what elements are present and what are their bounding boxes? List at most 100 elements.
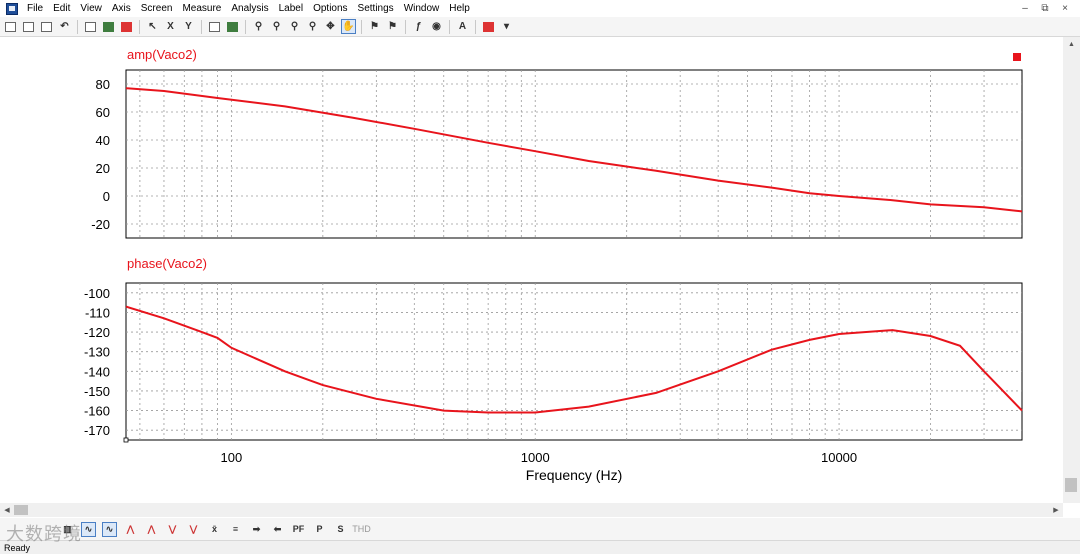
y-tick-label: -110 bbox=[85, 305, 110, 320]
menu-view[interactable]: View bbox=[75, 0, 107, 17]
min-icon[interactable]: ⋁ bbox=[165, 522, 180, 537]
thd-button[interactable]: THD bbox=[354, 522, 369, 537]
toolbar-separator bbox=[201, 20, 202, 34]
bottom-toolbar: ▥ ∿ ∿ ⋀ ⋀ ⋁ ⋁ x̄ ≡ ➡ ⬅ PF P S THD bbox=[0, 518, 1080, 540]
menu-edit[interactable]: Edit bbox=[48, 0, 75, 17]
y-tick-label: -120 bbox=[84, 325, 110, 340]
max-icon[interactable]: ⋀ bbox=[144, 522, 159, 537]
zoom-out-icon[interactable]: ⚲ bbox=[287, 19, 302, 34]
peak-icon[interactable]: ⋀ bbox=[123, 522, 138, 537]
x-tick-label: 10000 bbox=[821, 450, 857, 465]
valley-icon[interactable]: ⋁ bbox=[186, 522, 201, 537]
menu-settings[interactable]: Settings bbox=[353, 0, 399, 17]
next-icon[interactable]: ➡ bbox=[249, 522, 264, 537]
marker-icon[interactable]: ⚑ bbox=[367, 19, 382, 34]
pointer-icon[interactable]: ↖ bbox=[145, 19, 160, 34]
x-tick-label: 1000 bbox=[521, 450, 550, 465]
scroll-thumb[interactable] bbox=[1065, 478, 1077, 492]
scroll-up-icon[interactable]: ▲ bbox=[1063, 37, 1080, 51]
delete-trace-icon[interactable] bbox=[119, 19, 134, 34]
status-bar: Ready bbox=[0, 540, 1080, 554]
scroll-thumb-horizontal[interactable] bbox=[14, 505, 28, 515]
vertical-scrollbar[interactable]: ▲ bbox=[1063, 37, 1080, 503]
app-icon bbox=[6, 3, 18, 15]
scroll-right-icon[interactable]: ▶ bbox=[1049, 506, 1063, 514]
cursor-marker bbox=[124, 438, 128, 442]
x-axis-label: Frequency (Hz) bbox=[526, 467, 622, 483]
series-line bbox=[126, 307, 1022, 413]
s-button[interactable]: S bbox=[333, 522, 348, 537]
prev-icon[interactable]: ⬅ bbox=[270, 522, 285, 537]
y-tick-label: 0 bbox=[103, 189, 110, 204]
add-trace-icon[interactable] bbox=[101, 19, 116, 34]
wave-alt-icon[interactable]: ∿ bbox=[102, 522, 117, 537]
restore-button[interactable]: ⧉ bbox=[1038, 3, 1052, 14]
amp-chart: amp(Vaco2)806040200-20 bbox=[91, 47, 1022, 238]
plot-window: amp(Vaco2)806040200-20 phase(Vaco2)-100-… bbox=[0, 37, 1063, 503]
zoom-area-icon[interactable]: ⚲ bbox=[305, 19, 320, 34]
toolbar-separator bbox=[77, 20, 78, 34]
toolbar-separator bbox=[245, 20, 246, 34]
p-button[interactable]: P bbox=[312, 522, 327, 537]
menu-window[interactable]: Window bbox=[399, 0, 445, 17]
label-icon[interactable]: ⚑ bbox=[385, 19, 400, 34]
pan-icon[interactable]: ✥ bbox=[323, 19, 338, 34]
plot-frame bbox=[126, 70, 1022, 238]
x-mean-icon[interactable]: x̄ bbox=[207, 522, 222, 537]
status-text: Ready bbox=[4, 543, 30, 553]
y-tick-label: 60 bbox=[96, 105, 110, 120]
bar-icon[interactable]: ▥ bbox=[60, 522, 75, 537]
undo-icon[interactable]: ↶ bbox=[57, 19, 72, 34]
menu-bar: File Edit View Axis Screen Measure Analy… bbox=[0, 0, 1080, 17]
close-button[interactable]: × bbox=[1058, 3, 1072, 14]
y-tick-label: -150 bbox=[84, 384, 110, 399]
toolbar-separator bbox=[405, 20, 406, 34]
wave-icon[interactable]: ∿ bbox=[81, 522, 96, 537]
pf-button[interactable]: PF bbox=[291, 522, 306, 537]
toolbar-separator bbox=[449, 20, 450, 34]
toolbar-separator bbox=[361, 20, 362, 34]
print-icon[interactable] bbox=[21, 19, 36, 34]
rms-icon[interactable]: ≡ bbox=[228, 522, 243, 537]
y-tick-label: -130 bbox=[84, 345, 110, 360]
zoom-in-icon[interactable]: ⚲ bbox=[269, 19, 284, 34]
zoom-fit-icon[interactable] bbox=[83, 19, 98, 34]
chart-title: phase(Vaco2) bbox=[127, 256, 207, 271]
toolbar-separator bbox=[475, 20, 476, 34]
x-tick-label: 100 bbox=[221, 450, 243, 465]
menu-label[interactable]: Label bbox=[274, 0, 308, 17]
menu-screen[interactable]: Screen bbox=[136, 0, 178, 17]
menu-options[interactable]: Options bbox=[308, 0, 352, 17]
color-icon[interactable] bbox=[481, 19, 496, 34]
toolbar: ↶ ↖ X Y ⚲ ⚲ ⚲ ⚲ ✥ ✋ ⚑ ⚑ ƒ ◉ A ▾ bbox=[0, 17, 1080, 37]
y-tick-label: -100 bbox=[84, 286, 110, 301]
plot-canvas[interactable]: amp(Vaco2)806040200-20 phase(Vaco2)-100-… bbox=[0, 37, 1063, 503]
minimize-button[interactable]: – bbox=[1018, 3, 1032, 14]
hand-icon[interactable]: ✋ bbox=[341, 19, 356, 34]
text-icon[interactable]: A bbox=[455, 19, 470, 34]
options-icon[interactable]: ▾ bbox=[499, 19, 514, 34]
y-axis-icon[interactable]: Y bbox=[181, 19, 196, 34]
eye-icon[interactable]: ◉ bbox=[429, 19, 444, 34]
menu-file[interactable]: File bbox=[22, 0, 48, 17]
menu-analysis[interactable]: Analysis bbox=[226, 0, 273, 17]
series-line bbox=[126, 88, 1022, 211]
y-tick-label: -140 bbox=[84, 364, 110, 379]
calculator-icon[interactable] bbox=[39, 19, 54, 34]
y-tick-label: -170 bbox=[84, 423, 110, 438]
open-icon[interactable] bbox=[3, 19, 18, 34]
y-tick-label: -20 bbox=[91, 217, 110, 232]
zoom-icon[interactable]: ⚲ bbox=[251, 19, 266, 34]
scroll-left-icon[interactable]: ◀ bbox=[0, 506, 14, 514]
window-icon[interactable] bbox=[225, 19, 240, 34]
menu-axis[interactable]: Axis bbox=[107, 0, 136, 17]
y-tick-label: 40 bbox=[96, 133, 110, 148]
horizontal-scrollbar[interactable]: ◀ ▶ bbox=[0, 503, 1063, 517]
fft-icon[interactable]: ƒ bbox=[411, 19, 426, 34]
menu-help[interactable]: Help bbox=[444, 0, 475, 17]
y-tick-label: 20 bbox=[96, 161, 110, 176]
window-controls: – ⧉ × bbox=[1018, 3, 1080, 14]
x-axis-icon[interactable]: X bbox=[163, 19, 178, 34]
menu-measure[interactable]: Measure bbox=[177, 0, 226, 17]
plot-icon[interactable] bbox=[207, 19, 222, 34]
